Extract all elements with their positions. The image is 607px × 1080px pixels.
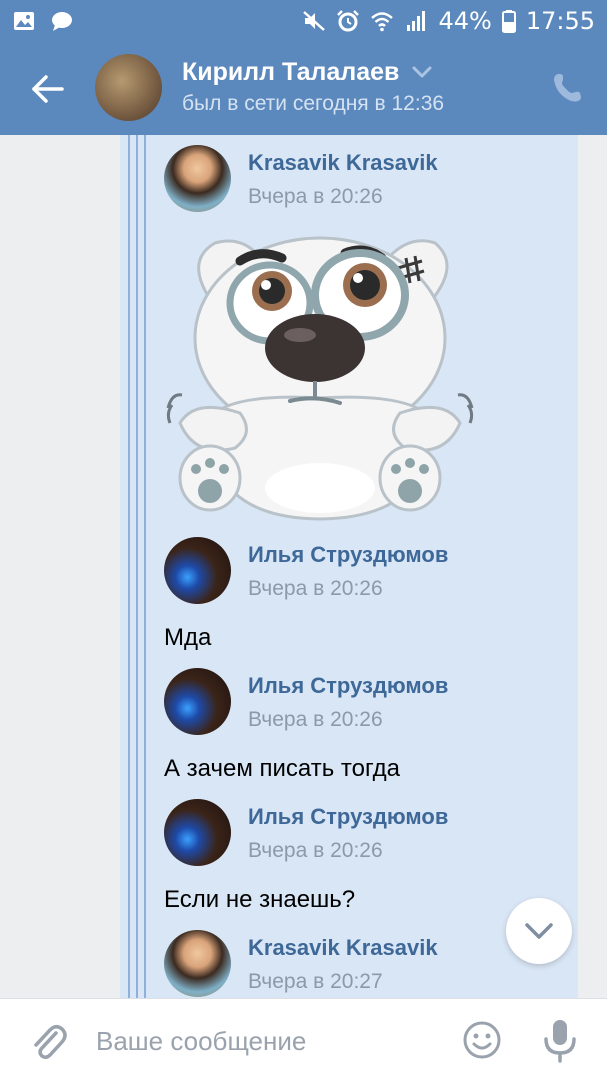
signal-icon: [404, 9, 428, 33]
message-text: Мда: [164, 624, 212, 651]
sender-name[interactable]: Илья Струздюмов: [248, 542, 448, 568]
bear-sticker[interactable]: [160, 223, 480, 523]
status-bar: 44% 17:55: [0, 0, 607, 42]
message-list[interactable]: Krasavik Krasavik Вчера в 20:26 Илья Стр…: [0, 135, 607, 998]
avatar[interactable]: [164, 799, 231, 866]
battery-percent: 44%: [438, 7, 492, 35]
sender-name[interactable]: Krasavik Krasavik: [248, 150, 438, 176]
chat-header: Кирилл Талалаев был в сети сегодня в 12:…: [0, 42, 607, 135]
wifi-icon: [370, 9, 394, 33]
message-time: Вчера в 20:26: [248, 577, 383, 600]
chat-bubble-icon: [50, 9, 74, 33]
contact-last-seen: был в сети сегодня в 12:36: [182, 92, 445, 115]
message-time: Вчера в 20:27: [248, 970, 383, 993]
mute-icon: [302, 9, 326, 33]
forward-indicator-line: [144, 135, 146, 998]
sender-name[interactable]: Илья Струздюмов: [248, 673, 448, 699]
avatar[interactable]: [164, 668, 231, 735]
message-time: Вчера в 20:26: [248, 185, 383, 208]
message-compose-bar: [0, 998, 607, 1080]
chevron-down-icon[interactable]: [412, 65, 432, 79]
avatar[interactable]: [164, 537, 231, 604]
message-time: Вчера в 20:26: [248, 839, 383, 862]
forward-indicator-line: [136, 135, 138, 998]
forward-indicator-line: [128, 135, 130, 998]
sender-name[interactable]: Илья Струздюмов: [248, 804, 448, 830]
microphone-icon[interactable]: [540, 1017, 580, 1063]
battery-icon: [501, 9, 516, 33]
message-input[interactable]: [96, 1019, 436, 1063]
emoji-icon[interactable]: [462, 1020, 502, 1060]
message-time: Вчера в 20:26: [248, 708, 383, 731]
image-icon: [12, 9, 36, 33]
avatar[interactable]: [164, 930, 231, 997]
back-arrow-icon[interactable]: [28, 69, 68, 109]
paperclip-icon[interactable]: [28, 1021, 68, 1061]
clock: 17:55: [525, 7, 595, 35]
alarm-icon: [336, 9, 360, 33]
contact-name[interactable]: Кирилл Талалаев: [182, 58, 399, 87]
contact-avatar[interactable]: [95, 54, 162, 121]
message-text: А зачем писать тогда: [164, 755, 401, 782]
chevron-down-icon: [525, 923, 553, 939]
message-text: Если не знаешь?: [164, 886, 356, 913]
phone-icon[interactable]: [550, 71, 584, 105]
avatar[interactable]: [164, 145, 231, 212]
scroll-to-bottom-button[interactable]: [506, 898, 572, 964]
sender-name[interactable]: Krasavik Krasavik: [248, 935, 438, 961]
